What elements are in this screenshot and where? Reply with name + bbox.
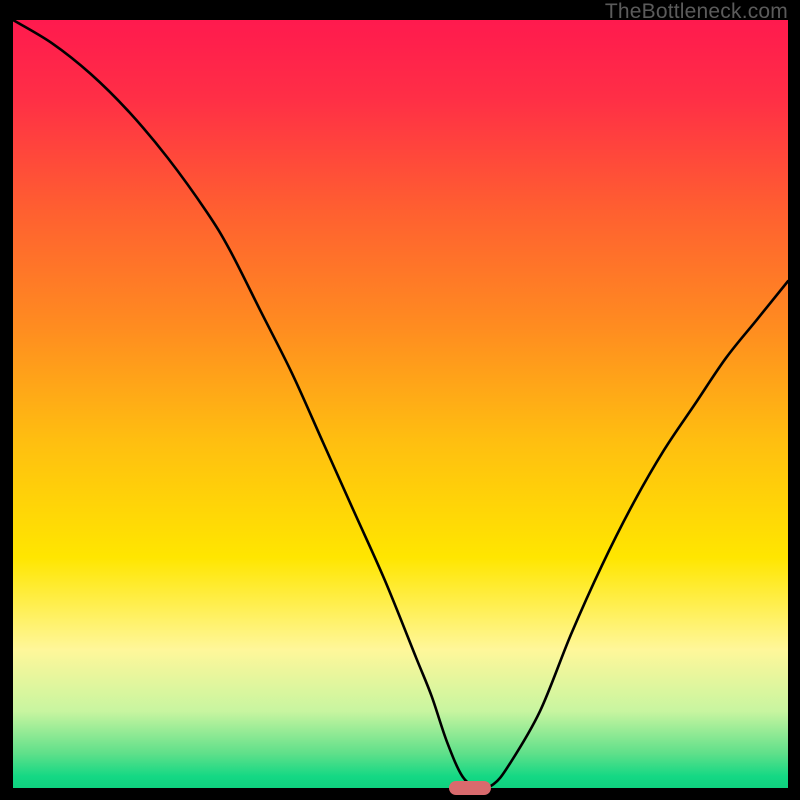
bottleneck-marker	[449, 781, 491, 795]
gradient-background	[13, 20, 788, 788]
chart-frame	[13, 20, 788, 788]
bottleneck-plot	[13, 20, 788, 788]
watermark-text: TheBottleneck.com	[605, 0, 788, 24]
